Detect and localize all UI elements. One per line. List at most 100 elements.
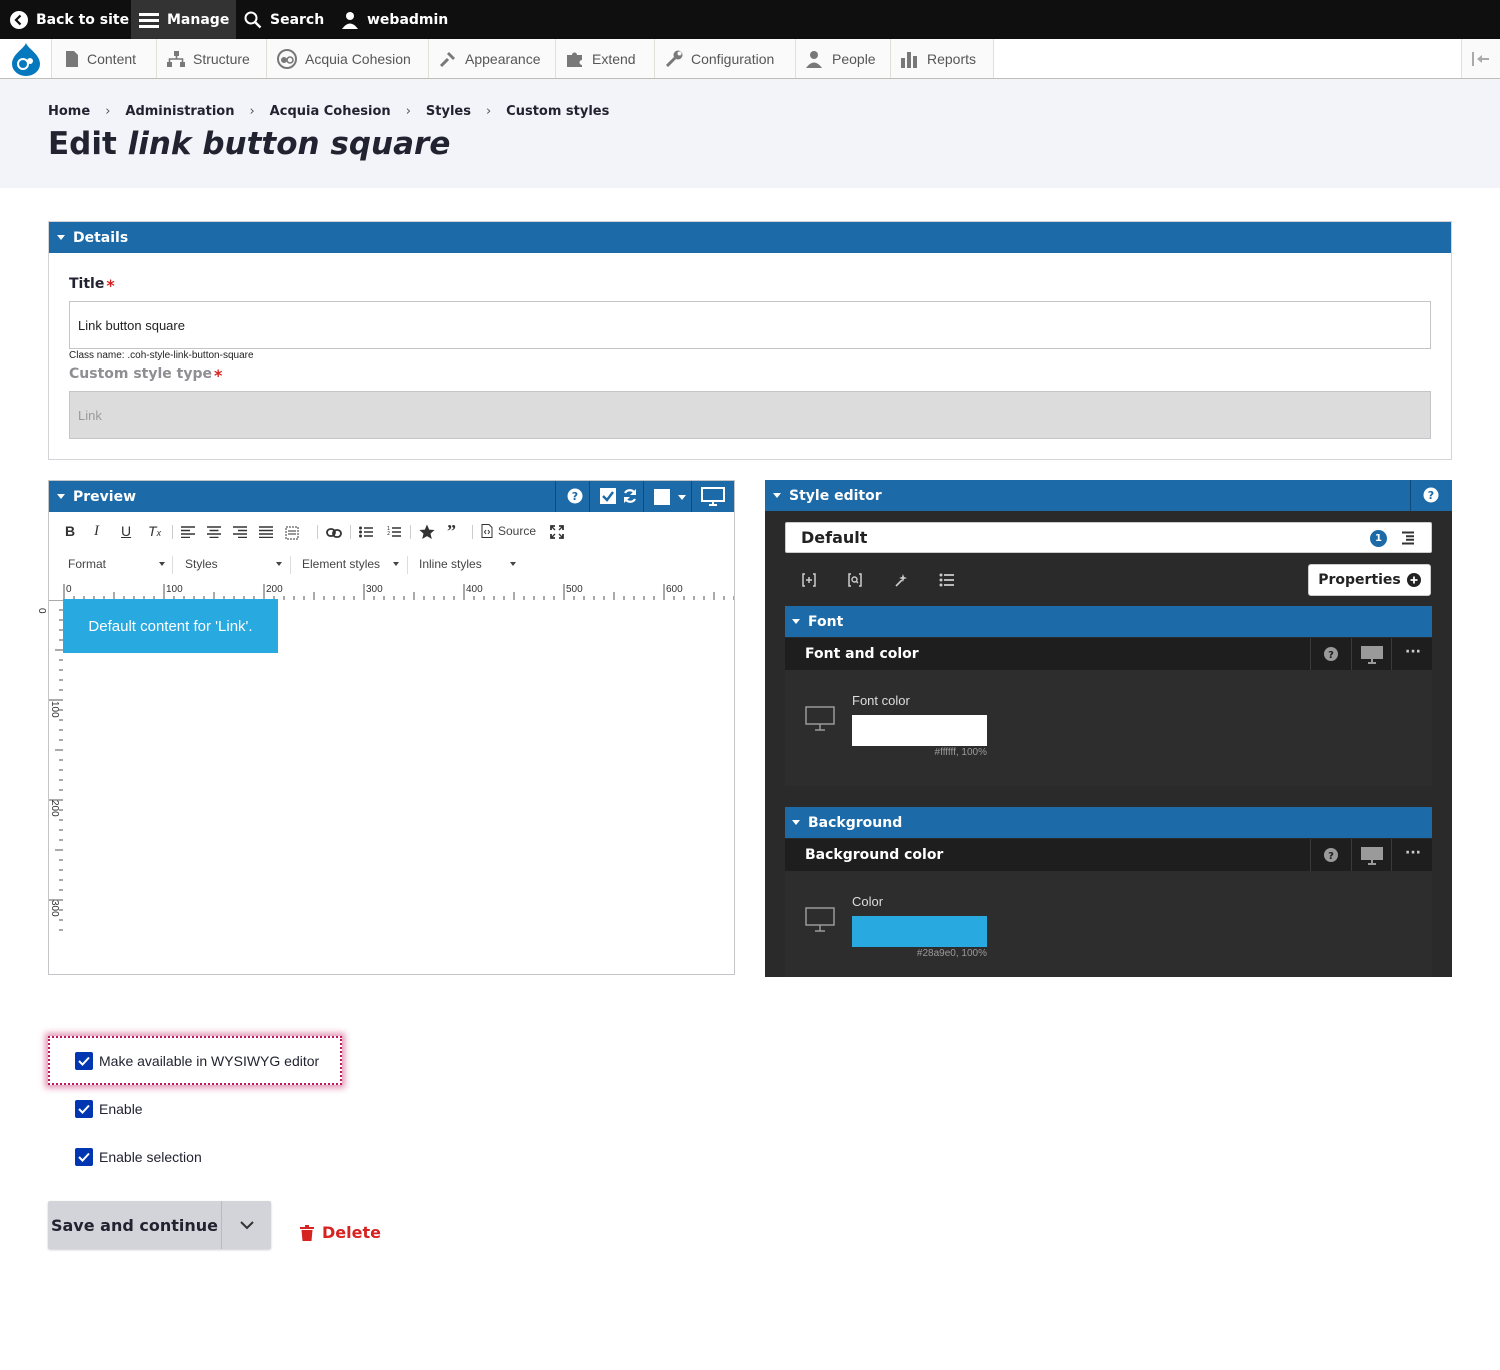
title-input[interactable]: Link button square: [69, 301, 1431, 349]
search-tab[interactable]: Search: [244, 0, 324, 39]
sitemap-icon: [167, 50, 185, 67]
italic-button[interactable]: I: [94, 523, 99, 540]
bar-chart-icon: [901, 50, 919, 68]
font-color-label: Font color: [852, 693, 910, 708]
bulleted-list-icon[interactable]: [359, 526, 373, 538]
align-justify-icon[interactable]: [259, 526, 273, 538]
desktop-breakpoint-icon: [805, 706, 835, 731]
tray-item-configuration[interactable]: Configuration: [655, 39, 796, 78]
blockquote-button[interactable]: ”: [447, 521, 456, 542]
styles-dropdown[interactable]: Styles: [185, 557, 282, 571]
align-right-icon[interactable]: [233, 526, 247, 538]
menu-list-icon[interactable]: [1402, 531, 1414, 545]
delete-link[interactable]: Delete: [300, 1223, 381, 1242]
tray-item-people[interactable]: People: [796, 39, 891, 78]
align-center-icon[interactable]: [207, 526, 221, 538]
enable-checkbox[interactable]: Enable: [75, 1100, 143, 1118]
preview-heading[interactable]: Preview ?: [49, 481, 734, 512]
checkbox-icon[interactable]: [600, 488, 616, 504]
enable-label: Enable: [99, 1101, 143, 1117]
breadcrumb-home[interactable]: Home: [48, 104, 90, 119]
wysiwyg-label: Make available in WYSIWYG editor: [99, 1053, 320, 1069]
custom-style-type-value: Link: [78, 407, 102, 423]
tray-item-content[interactable]: Content: [52, 39, 157, 78]
preview-link-sample[interactable]: Default content for 'Link'.: [63, 599, 278, 653]
numbered-list-icon[interactable]: 12: [387, 526, 401, 538]
collapse-icon: [1472, 51, 1489, 66]
help-icon[interactable]: ?: [567, 488, 583, 504]
enable-selection-checkbox[interactable]: Enable selection: [75, 1148, 202, 1166]
tray-label: Extend: [592, 50, 636, 67]
properties-button[interactable]: Properties: [1308, 564, 1431, 596]
link-icon[interactable]: [326, 527, 342, 539]
class-name-hint: Class name: .coh-style-link-button-squar…: [69, 350, 254, 361]
caret-down-icon: [792, 619, 800, 624]
user-icon: [341, 11, 359, 29]
source-button[interactable]: Source: [481, 524, 536, 538]
inline-styles-dropdown[interactable]: Inline styles: [419, 557, 516, 571]
desktop-icon[interactable]: [701, 487, 725, 506]
tray-item-extend[interactable]: Extend: [556, 39, 655, 78]
checkbox-checked-icon: [75, 1100, 93, 1118]
breadcrumb-administration[interactable]: Administration: [125, 104, 234, 119]
style-editor-heading[interactable]: Style editor ?: [765, 480, 1452, 511]
more-options-icon[interactable]: ···: [1405, 845, 1421, 861]
list-buttons: 12: [359, 526, 401, 538]
breadcrumb-acquia-cohesion[interactable]: Acquia Cohesion: [270, 104, 391, 119]
background-color-picker[interactable]: [654, 489, 688, 505]
source-icon: [481, 524, 493, 538]
bg-color-swatch[interactable]: [852, 916, 987, 947]
help-icon[interactable]: ?: [1324, 848, 1338, 862]
tray-label: People: [832, 50, 876, 67]
tray-orientation-toggle[interactable]: [1461, 39, 1500, 78]
selector-dropdown[interactable]: Default 1: [785, 522, 1432, 553]
breadcrumb-custom-styles[interactable]: Custom styles: [506, 104, 609, 119]
maximize-icon[interactable]: [550, 525, 564, 539]
list-icon[interactable]: [939, 572, 955, 588]
save-options-toggle[interactable]: [222, 1201, 271, 1249]
svg-text:?: ?: [572, 490, 578, 503]
desktop-icon[interactable]: [1360, 645, 1384, 664]
preview-heading-label: Preview: [73, 488, 137, 505]
tray-item-reports[interactable]: Reports: [891, 39, 994, 78]
show-blocks-icon[interactable]: [285, 526, 299, 540]
element-styles-dropdown[interactable]: Element styles: [302, 557, 399, 571]
save-and-continue-button[interactable]: Save and continue: [48, 1201, 222, 1249]
underline-button[interactable]: U: [121, 523, 131, 539]
details-heading[interactable]: Details: [49, 222, 1451, 253]
more-options-icon[interactable]: ···: [1405, 644, 1421, 660]
background-section-label: Background: [808, 814, 903, 831]
user-tab[interactable]: webadmin: [341, 0, 448, 39]
format-dropdown[interactable]: Format: [68, 557, 165, 571]
white-swatch-icon: [654, 489, 670, 505]
tray-item-appearance[interactable]: Appearance: [429, 39, 556, 78]
required-marker: *: [106, 276, 115, 295]
search-selector-icon[interactable]: [847, 572, 863, 588]
breadcrumb-styles[interactable]: Styles: [426, 104, 471, 119]
add-selector-icon[interactable]: [801, 572, 817, 588]
star-icon[interactable]: [419, 524, 435, 540]
wysiwyg-checkbox[interactable]: Make available in WYSIWYG editor: [75, 1052, 319, 1070]
back-to-site-link[interactable]: Back to site: [10, 0, 129, 39]
font-section-heading[interactable]: Font: [785, 606, 1432, 637]
desktop-icon[interactable]: [1360, 846, 1384, 865]
font-section-label: Font: [808, 613, 844, 630]
admin-tray: Content Structure Acquia Cohesion Appear…: [0, 39, 1500, 79]
font-color-swatch[interactable]: [852, 715, 987, 746]
remove-format-button[interactable]: Tx: [148, 523, 161, 539]
refresh-icon[interactable]: [622, 488, 638, 504]
source-label: Source: [498, 524, 537, 538]
tray-item-structure[interactable]: Structure: [157, 39, 267, 78]
align-left-icon[interactable]: [181, 526, 195, 538]
drupal-logo[interactable]: [0, 39, 52, 78]
magic-wand-icon[interactable]: [893, 572, 909, 588]
background-section-heading[interactable]: Background: [785, 807, 1432, 838]
drupal-icon: [11, 42, 40, 76]
tray-label: Structure: [193, 50, 250, 67]
help-icon[interactable]: ?: [1423, 487, 1439, 503]
enable-selection-label: Enable selection: [99, 1149, 202, 1165]
bold-button[interactable]: B: [65, 523, 75, 539]
help-icon[interactable]: ?: [1324, 647, 1338, 661]
tray-item-acquia-cohesion[interactable]: Acquia Cohesion: [267, 39, 429, 78]
manage-tab[interactable]: Manage: [131, 0, 236, 39]
